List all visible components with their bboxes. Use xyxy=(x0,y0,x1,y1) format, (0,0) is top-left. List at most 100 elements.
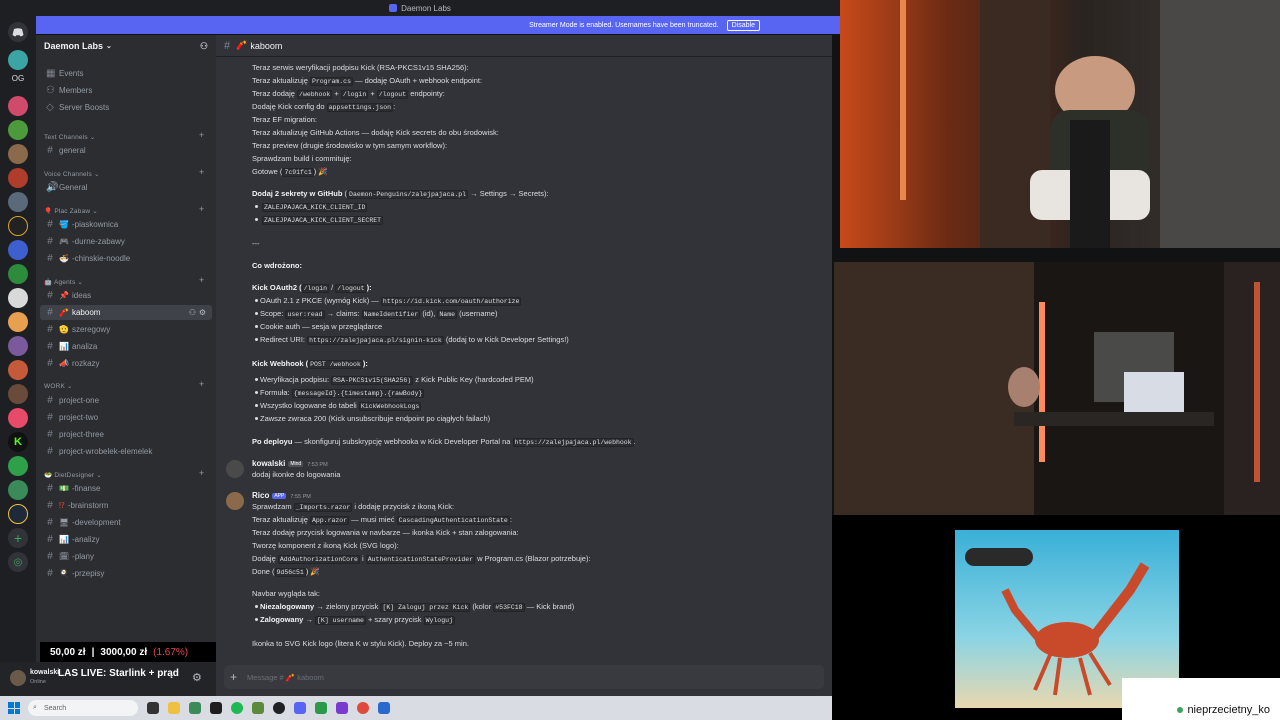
avatar[interactable] xyxy=(226,460,244,478)
server-icon-15[interactable] xyxy=(8,408,28,428)
channel-general[interactable]: # general xyxy=(40,143,212,158)
channel-szeregowy[interactable]: # 🫡 szeregowy xyxy=(40,322,212,337)
invite-icon[interactable]: ⚇ xyxy=(189,308,196,317)
spotify-icon[interactable] xyxy=(231,702,243,714)
server-icon-18[interactable] xyxy=(8,480,28,500)
channel-label: -finanse xyxy=(71,484,101,493)
message-author[interactable]: Rico xyxy=(252,491,269,500)
message-line: Po deployu — skonfiguruj subskrypcję web… xyxy=(252,437,636,447)
voice-channel-general[interactable]: 🔊 General xyxy=(40,180,212,195)
category-agents[interactable]: 🤖 Agents ⌄ xyxy=(44,278,83,286)
server-icon-4[interactable] xyxy=(8,144,28,164)
settings-gear-icon[interactable]: ⚙ xyxy=(199,308,206,317)
server-icon-3[interactable] xyxy=(8,120,28,140)
channel-analizy[interactable]: # 📊 -analizy xyxy=(40,532,212,547)
channel-rozkazy[interactable]: # 📣 rozkazy xyxy=(40,356,212,371)
channel-project-two[interactable]: # project-two xyxy=(40,410,212,425)
server-icon-6[interactable] xyxy=(8,192,28,212)
bullet xyxy=(255,205,258,208)
add-attachment-icon[interactable]: + xyxy=(230,670,237,684)
category-work[interactable]: WORK ⌄ xyxy=(44,382,73,390)
channel-durne-zabawy[interactable]: # 🎮 -durne-zabawy xyxy=(40,234,212,249)
server-icon-5[interactable] xyxy=(8,168,28,188)
server-og-label[interactable]: OG xyxy=(0,74,36,83)
discord-taskbar-icon[interactable] xyxy=(294,702,306,714)
server-icon-13[interactable] xyxy=(8,360,28,380)
channel-project-one[interactable]: # project-one xyxy=(40,393,212,408)
channel-project-wrobelek-elemelek[interactable]: # project-wrobelek-elemelek xyxy=(40,444,212,459)
channel-finanse[interactable]: # 💵 -finanse xyxy=(40,481,212,496)
add-member-icon[interactable]: ⚇ xyxy=(200,41,208,52)
discord-app-icon xyxy=(389,4,398,12)
windows-start-icon[interactable] xyxy=(8,702,20,714)
channel-label: -durne-zabawy xyxy=(71,237,125,246)
server-icon-daemon-labs[interactable] xyxy=(8,50,28,70)
channel-chinskie-noodle[interactable]: # 🍜 -chinskie-noodle xyxy=(40,251,212,266)
user-settings-gear-icon[interactable]: ⚙ xyxy=(192,671,202,684)
server-icon-14[interactable] xyxy=(8,384,28,404)
channel-analiza[interactable]: # 📊 analiza xyxy=(40,339,212,354)
category-text-channels[interactable]: Text Channels ⌄ xyxy=(44,133,95,141)
task-view-icon[interactable] xyxy=(147,702,159,714)
app-icon-4[interactable] xyxy=(336,702,348,714)
server-header[interactable]: Daemon Labs ⌄ ⚇ xyxy=(36,35,216,57)
taskbar-search[interactable]: ⌕ Search xyxy=(28,700,138,716)
webcam-feed-1 xyxy=(840,0,1280,248)
app-icon-1[interactable] xyxy=(189,702,201,714)
terminal-icon[interactable] xyxy=(210,702,222,714)
message-author[interactable]: kowalski xyxy=(252,459,285,468)
sidebar-item-events[interactable]: ▦ Events xyxy=(40,66,212,81)
server-icon-17[interactable] xyxy=(8,456,28,476)
channel-plany[interactable]: # 🗓 -plany xyxy=(40,549,212,564)
server-icon-8[interactable] xyxy=(8,240,28,260)
channel-ideas[interactable]: # 📌 ideas xyxy=(40,288,212,303)
computer-emoji-icon: 🖥 xyxy=(59,518,70,527)
discover-icon[interactable]: ◎ xyxy=(8,552,28,572)
add-server-icon[interactable]: + xyxy=(8,528,28,548)
hash-icon: # xyxy=(47,395,53,406)
channel-piaskownica[interactable]: # 🪣 -piaskownica xyxy=(40,217,212,232)
app-icon-5[interactable] xyxy=(357,702,369,714)
inline-code: /webhook xyxy=(297,90,333,99)
message-line: Teraz preview (drugie środowisko w tym s… xyxy=(252,141,447,150)
avatar[interactable] xyxy=(10,670,26,686)
server-icon-12[interactable] xyxy=(8,336,28,356)
server-icon-9[interactable] xyxy=(8,264,28,284)
avatar[interactable] xyxy=(226,492,244,510)
channel-project-three[interactable]: # project-three xyxy=(40,427,212,442)
message-input[interactable]: + Message # 🧨 kaboom xyxy=(224,665,824,689)
line-text: Teraz aktualizuję xyxy=(252,515,308,524)
category-voice-channels[interactable]: Voice Channels ⌄ xyxy=(44,170,100,178)
sidebar-item-server-boosts[interactable]: ◇ Server Boosts xyxy=(40,100,212,115)
category-dietdesigner[interactable]: 🥗 DietDesigner ⌄ xyxy=(44,471,102,479)
channel-development[interactable]: # 🖥 -development xyxy=(40,515,212,530)
vscode-icon[interactable] xyxy=(378,702,390,714)
channel-kaboom[interactable]: # 🧨 kaboom ⚙ ⚇ xyxy=(40,305,212,320)
category-plac-zabaw[interactable]: 🎈 Plac Zabaw ⌄ xyxy=(44,207,98,215)
channel-brainstorm[interactable]: # ⁉ -brainstorm xyxy=(40,498,212,513)
sidebar-item-label: Members xyxy=(59,86,93,95)
message-line: Kick OAuth2 (/login / /logout): xyxy=(252,283,372,293)
app-icon-2[interactable] xyxy=(252,702,264,714)
online-dot-icon xyxy=(1177,707,1184,713)
server-icon-7[interactable] xyxy=(8,216,28,236)
bullet xyxy=(255,404,258,407)
channel-przepisy[interactable]: # 🍳 -przepisy xyxy=(40,566,212,581)
disable-streamer-mode-button[interactable]: Disable xyxy=(726,19,760,31)
donation-current: 50,00 zł xyxy=(50,646,86,658)
app-icon-3[interactable] xyxy=(315,702,327,714)
server-icon-19[interactable] xyxy=(8,504,28,524)
obs-icon[interactable] xyxy=(273,702,285,714)
file-explorer-icon[interactable] xyxy=(168,702,180,714)
server-icon-2[interactable] xyxy=(8,96,28,116)
window-title: Daemon Labs xyxy=(401,3,451,13)
discord-home-icon[interactable] xyxy=(8,22,28,42)
inline-code: NameIdentifier xyxy=(361,310,421,319)
line-text: Navbar wygląda tak: xyxy=(252,589,320,598)
message-line: Navbar wygląda tak: xyxy=(252,589,320,598)
server-icon-11[interactable] xyxy=(8,312,28,332)
sidebar-item-members[interactable]: ⚇ Members xyxy=(40,83,212,98)
server-icon-10[interactable] xyxy=(8,288,28,308)
bullet xyxy=(255,338,258,341)
kick-server-icon[interactable]: K xyxy=(8,432,28,452)
